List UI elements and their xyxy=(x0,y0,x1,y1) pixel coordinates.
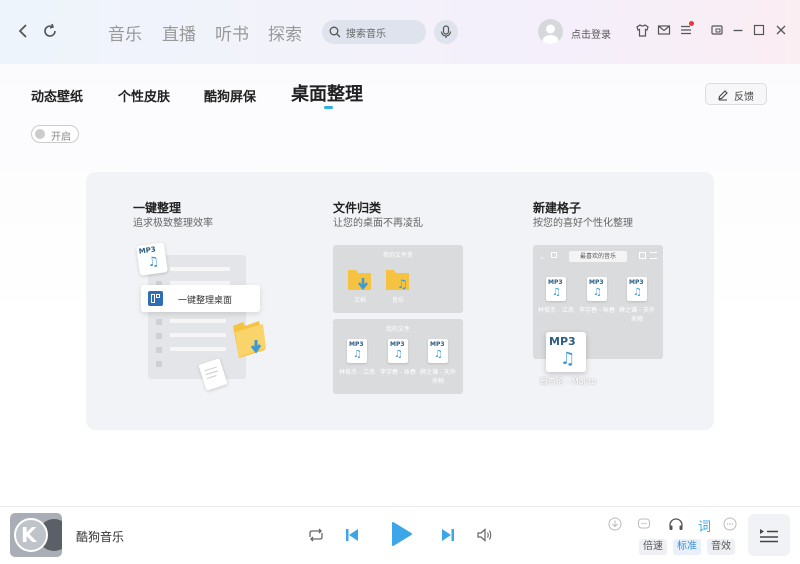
subtab-screensaver[interactable]: 酷狗屏保 xyxy=(204,86,256,105)
nav-tab-audiobook[interactable]: 听书 xyxy=(215,20,249,45)
desktop-mock xyxy=(148,255,246,379)
song-title[interactable]: 酷狗音乐 xyxy=(76,528,124,545)
lock-icon xyxy=(551,252,557,258)
mp3-badge: MP3 xyxy=(589,279,604,286)
playlist-icon xyxy=(760,529,778,543)
chevron-down-icon: ⌄ xyxy=(539,253,545,261)
files-box-title: 我的文件 xyxy=(385,326,410,333)
folder-box-title: 我的文件夹 xyxy=(382,252,413,259)
dragged-mp3-file-icon: MP3 ♫ xyxy=(546,332,586,372)
folder-music-label: 音乐 xyxy=(391,297,404,304)
mp3-file-icon: MP3 ♫ xyxy=(428,339,448,363)
mail-icon[interactable] xyxy=(656,23,672,41)
quality-button[interactable]: 标准 xyxy=(673,539,701,555)
grid-menu-icon xyxy=(650,252,657,259)
playlist-button[interactable] xyxy=(748,514,790,556)
previous-track-button[interactable] xyxy=(345,527,359,546)
skin-shirt-icon[interactable] xyxy=(634,23,650,42)
feature-file-classify-subtitle: 让您的桌面不再凌乱 xyxy=(333,218,423,229)
subtab-skins[interactable]: 个性皮肤 xyxy=(118,86,170,105)
mp3-badge: MP3 xyxy=(430,341,445,348)
organize-card-label: 一键整理桌面 xyxy=(178,296,233,306)
subtab-live-wallpaper[interactable]: 动态壁纸 xyxy=(31,86,83,105)
loop-mode-icon[interactable] xyxy=(307,527,325,546)
folder-documents-label: 文档 xyxy=(353,297,366,304)
feature-new-grid-subtitle: 按您的喜好个性化整理 xyxy=(533,218,633,229)
album-art[interactable]: K xyxy=(10,513,62,557)
feedback-button[interactable]: 反馈 xyxy=(705,83,767,105)
mini-mode-icon[interactable] xyxy=(709,23,725,41)
nav-tab-music[interactable]: 音乐 xyxy=(108,20,142,45)
mp3-file-icon: MP3 ♫ xyxy=(136,242,168,276)
file-label: 林俊杰 - 江南 xyxy=(538,307,574,314)
feature-one-click-subtitle: 追求极致整理效率 xyxy=(133,218,213,229)
lyrics-button[interactable]: 词 xyxy=(698,516,711,535)
grid-title: 最喜欢的音乐 xyxy=(569,251,627,262)
mp3-file-icon: MP3 ♫ xyxy=(388,339,408,363)
file-label: 薛之谦 - 天外来物 xyxy=(420,369,456,385)
search-placeholder: 搜索音乐 xyxy=(346,29,386,40)
mp3-file-icon: MP3 ♫ xyxy=(627,277,647,301)
file-label: 林俊杰 - 江南 xyxy=(339,369,375,376)
next-track-button[interactable] xyxy=(441,527,455,546)
file-label: 薛之谦 - 天外来物 xyxy=(619,307,655,323)
music-note-icon: ♫ xyxy=(560,349,576,369)
edit-icon xyxy=(718,90,728,101)
music-note-icon: ♫ xyxy=(146,254,161,271)
avatar[interactable] xyxy=(538,19,563,44)
mp3-badge: MP3 xyxy=(629,279,644,286)
notification-dot xyxy=(689,21,694,26)
mp3-file-icon: MP3 ♫ xyxy=(546,277,566,301)
volume-icon[interactable] xyxy=(477,527,493,546)
play-button[interactable] xyxy=(391,521,413,551)
organize-icon xyxy=(148,291,163,306)
file-label: 李宇春 - 咏春 xyxy=(380,369,416,376)
back-icon[interactable] xyxy=(15,23,31,43)
download-icon[interactable] xyxy=(608,516,622,535)
comment-icon[interactable] xyxy=(637,516,651,535)
toggle-knob xyxy=(35,129,45,139)
microphone-icon xyxy=(440,25,452,38)
mp3-badge: MP3 xyxy=(390,341,405,348)
active-tab-indicator xyxy=(324,106,333,109)
folder-download-icon xyxy=(233,321,266,358)
nav-tab-live[interactable]: 直播 xyxy=(162,20,196,45)
toggle-label: 开启 xyxy=(51,132,71,143)
login-link[interactable]: 点击登录 xyxy=(571,26,611,41)
mp3-file-icon: MP3 ♫ xyxy=(347,339,367,363)
files-box: 我的文件 MP3 ♫ 林俊杰 - 江南 MP3 ♫ 李宇春 - 咏春 MP3 ♫ 薛之… xyxy=(333,319,463,394)
enable-toggle[interactable]: 开启 xyxy=(31,125,79,143)
svg-text:♫: ♫ xyxy=(397,277,408,291)
maximize-icon[interactable] xyxy=(751,23,767,41)
search-input[interactable]: 搜索音乐 xyxy=(322,20,426,44)
sound-effect-button[interactable]: 音效 xyxy=(707,539,735,555)
mp3-badge: MP3 xyxy=(549,335,576,348)
mp3-file-icon: MP3 ♫ xyxy=(587,277,607,301)
mp3-badge: MP3 xyxy=(548,279,563,286)
nav-tab-explore[interactable]: 探索 xyxy=(268,20,302,45)
more-icon[interactable] xyxy=(723,516,737,535)
folder-box: 我的文件夹 文档 ♫ 音乐 xyxy=(333,245,463,313)
refresh-icon[interactable] xyxy=(42,23,58,43)
grid-layout-icon xyxy=(639,252,646,259)
mp3-badge: MP3 xyxy=(349,341,364,348)
folder-music-icon: ♫ xyxy=(386,270,409,291)
subtab-desktop-organize[interactable]: 桌面整理 xyxy=(291,80,363,106)
kugou-logo-icon: K xyxy=(21,523,37,547)
close-icon[interactable] xyxy=(773,23,789,41)
folder-documents-icon xyxy=(348,270,371,291)
file-label: 李宇春 - 咏春 xyxy=(579,307,615,314)
headphones-icon[interactable] xyxy=(668,516,684,535)
speed-button[interactable]: 倍速 xyxy=(639,539,667,555)
voice-search-button[interactable] xyxy=(434,20,458,44)
one-click-organize-card: 一键整理桌面 xyxy=(141,285,260,312)
minimize-icon[interactable] xyxy=(730,23,746,41)
search-icon xyxy=(329,26,341,38)
dragged-file-label: 周杰伦 - Mojito xyxy=(539,377,597,386)
feedback-label: 反馈 xyxy=(734,92,754,103)
